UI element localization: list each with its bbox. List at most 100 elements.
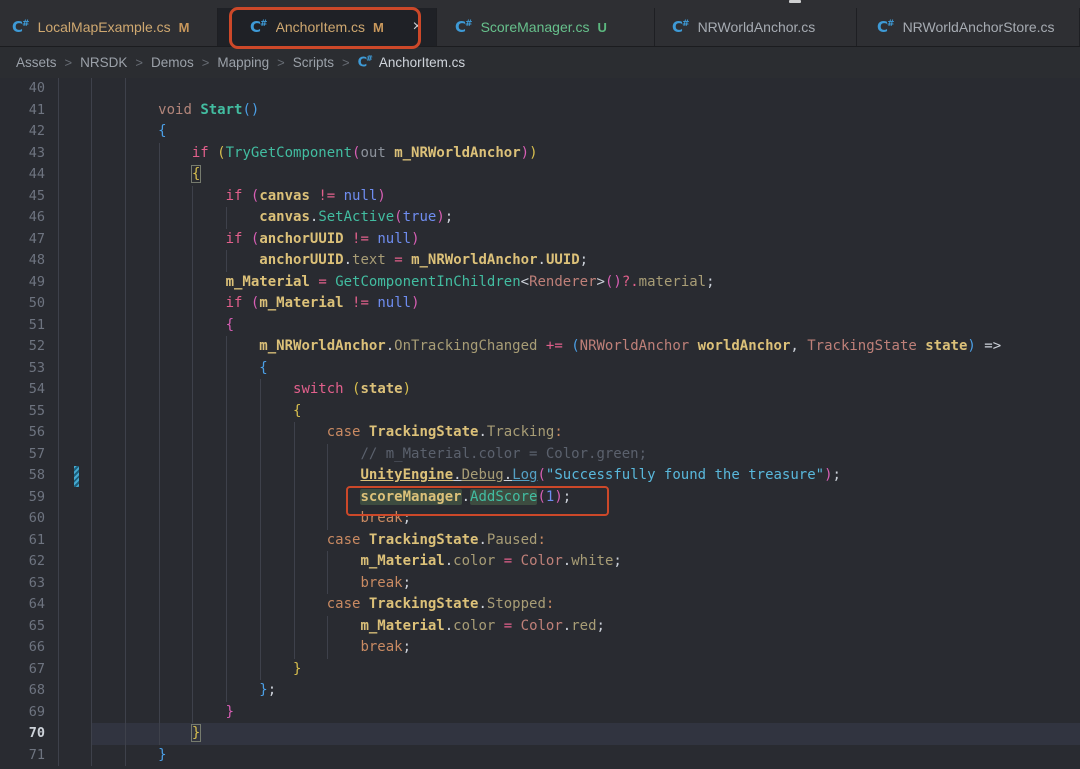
code-line-66[interactable]: 66 break; — [0, 637, 1080, 659]
code-line-59[interactable]: 59 scoreManager.AddScore(1); — [0, 487, 1080, 509]
code-token: m_Material — [259, 295, 343, 311]
line-number[interactable]: 58 — [0, 465, 45, 487]
line-number[interactable]: 67 — [0, 659, 45, 681]
code-token — [537, 338, 545, 354]
tab-scoremanager-cs[interactable]: C#ScoreManager.csU — [437, 8, 655, 46]
breadcrumb-item-demos[interactable]: Demos — [151, 55, 194, 70]
code-token: . — [504, 467, 512, 483]
code-line-45[interactable]: 45 if (canvas != null) — [0, 186, 1080, 208]
code-line-51[interactable]: 51 { — [0, 315, 1080, 337]
code-line-58[interactable]: 58 UnityEngine.Debug.Log("Successfully f… — [0, 465, 1080, 487]
code-editor[interactable]: 4041 void Start()42 {43 if (TryGetCompon… — [0, 78, 1080, 769]
code-line-67[interactable]: 67 } — [0, 659, 1080, 681]
line-number[interactable]: 66 — [0, 637, 45, 659]
line-number[interactable]: 46 — [0, 207, 45, 229]
line-number[interactable]: 57 — [0, 444, 45, 466]
code-token — [689, 338, 697, 354]
code-token — [512, 553, 520, 569]
code-line-46[interactable]: 46 canvas.SetActive(true); — [0, 207, 1080, 229]
line-number[interactable]: 48 — [0, 250, 45, 272]
line-number[interactable]: 68 — [0, 680, 45, 702]
line-number[interactable]: 55 — [0, 401, 45, 423]
code-line-60[interactable]: 60 break; — [0, 508, 1080, 530]
code-line-40[interactable]: 40 — [0, 78, 1080, 100]
code-token: . — [538, 252, 546, 268]
line-number[interactable]: 53 — [0, 358, 45, 380]
code-token: { — [226, 317, 234, 333]
code-token: Paused — [487, 532, 538, 548]
code-token: , — [790, 338, 807, 354]
line-number[interactable]: 61 — [0, 530, 45, 552]
line-number[interactable]: 50 — [0, 293, 45, 315]
code-line-52[interactable]: 52 m_NRWorldAnchor.OnTrackingChanged += … — [0, 336, 1080, 358]
code-token: Color — [521, 618, 563, 634]
code-line-54[interactable]: 54 switch (state) — [0, 379, 1080, 401]
code-token: Tracking — [487, 424, 554, 440]
line-number[interactable]: 52 — [0, 336, 45, 358]
code-line-68[interactable]: 68 }; — [0, 680, 1080, 702]
code-line-71[interactable]: 71 } — [0, 745, 1080, 767]
tab-nrworldanchor-cs[interactable]: C#NRWorldAnchor.cs — [655, 8, 857, 46]
code-line-53[interactable]: 53 { — [0, 358, 1080, 380]
code-line-48[interactable]: 48 anchorUUID.text = m_NRWorldAnchor.UUI… — [0, 250, 1080, 272]
line-number[interactable]: 60 — [0, 508, 45, 530]
code-line-64[interactable]: 64 case TrackingState.Stopped: — [0, 594, 1080, 616]
code-token — [386, 252, 394, 268]
tab-anchoritem-cs[interactable]: C#AnchorItem.csM× — [218, 8, 437, 46]
line-number[interactable]: 63 — [0, 573, 45, 595]
code-line-56[interactable]: 56 case TrackingState.Tracking: — [0, 422, 1080, 444]
breadcrumb-file[interactable]: AnchorItem.cs — [379, 55, 465, 70]
tab-nrworldanchorstore-cs[interactable]: C#NRWorldAnchorStore.cs — [857, 8, 1080, 46]
code-token: switch — [293, 381, 352, 397]
line-number[interactable]: 69 — [0, 702, 45, 724]
code-token: anchorUUID — [259, 252, 343, 268]
vcs-change-marker[interactable] — [74, 466, 79, 487]
line-number[interactable]: 56 — [0, 422, 45, 444]
code-text: { — [57, 317, 234, 333]
code-token — [57, 252, 259, 268]
code-line-55[interactable]: 55 { — [0, 401, 1080, 423]
code-line-65[interactable]: 65 m_Material.color = Color.red; — [0, 616, 1080, 638]
tab-localmapexample-cs[interactable]: C#LocalMapExample.csM — [0, 8, 218, 46]
line-number[interactable]: 62 — [0, 551, 45, 573]
line-number[interactable]: 41 — [0, 100, 45, 122]
code-line-50[interactable]: 50 if (m_Material != null) — [0, 293, 1080, 315]
line-number[interactable]: 43 — [0, 143, 45, 165]
line-number[interactable]: 47 — [0, 229, 45, 251]
code-line-41[interactable]: 41 void Start() — [0, 100, 1080, 122]
line-number[interactable]: 51 — [0, 315, 45, 337]
code-line-63[interactable]: 63 break; — [0, 573, 1080, 595]
code-line-61[interactable]: 61 case TrackingState.Paused: — [0, 530, 1080, 552]
breadcrumb-item-nrsdk[interactable]: NRSDK — [80, 55, 127, 70]
code-line-43[interactable]: 43 if (TryGetComponent(out m_NRWorldAnch… — [0, 143, 1080, 165]
code-line-62[interactable]: 62 m_Material.color = Color.white; — [0, 551, 1080, 573]
line-number[interactable]: 45 — [0, 186, 45, 208]
code-line-57[interactable]: 57 // m_Material.color = Color.green; — [0, 444, 1080, 466]
code-line-44[interactable]: 44 { — [0, 164, 1080, 186]
line-number[interactable]: 59 — [0, 487, 45, 509]
code-text: if (TryGetComponent(out m_NRWorldAnchor)… — [57, 145, 538, 161]
code-token: ) — [554, 489, 562, 505]
line-number[interactable]: 64 — [0, 594, 45, 616]
breadcrumb-item-mapping[interactable]: Mapping — [217, 55, 269, 70]
code-token: TryGetComponent — [226, 145, 352, 161]
line-number[interactable]: 42 — [0, 121, 45, 143]
breadcrumb-item-assets[interactable]: Assets — [16, 55, 57, 70]
code-line-47[interactable]: 47 if (anchorUUID != null) — [0, 229, 1080, 251]
code-text: canvas.SetActive(true); — [57, 209, 453, 225]
line-number[interactable]: 49 — [0, 272, 45, 294]
code-line-70[interactable]: 70 } — [0, 723, 1080, 745]
line-number[interactable]: 44 — [0, 164, 45, 186]
code-token: += — [546, 338, 563, 354]
breadcrumb-item-scripts[interactable]: Scripts — [293, 55, 334, 70]
close-tab-icon[interactable]: × — [411, 19, 424, 35]
code-line-49[interactable]: 49 m_Material = GetComponentInChildren<R… — [0, 272, 1080, 294]
line-number[interactable]: 70 — [0, 723, 45, 745]
code-line-42[interactable]: 42 { — [0, 121, 1080, 143]
line-number[interactable]: 40 — [0, 78, 45, 100]
line-number[interactable]: 65 — [0, 616, 45, 638]
code-line-69[interactable]: 69 } — [0, 702, 1080, 724]
line-number[interactable]: 54 — [0, 379, 45, 401]
code-token: ; — [403, 510, 411, 526]
line-number[interactable]: 71 — [0, 745, 45, 767]
